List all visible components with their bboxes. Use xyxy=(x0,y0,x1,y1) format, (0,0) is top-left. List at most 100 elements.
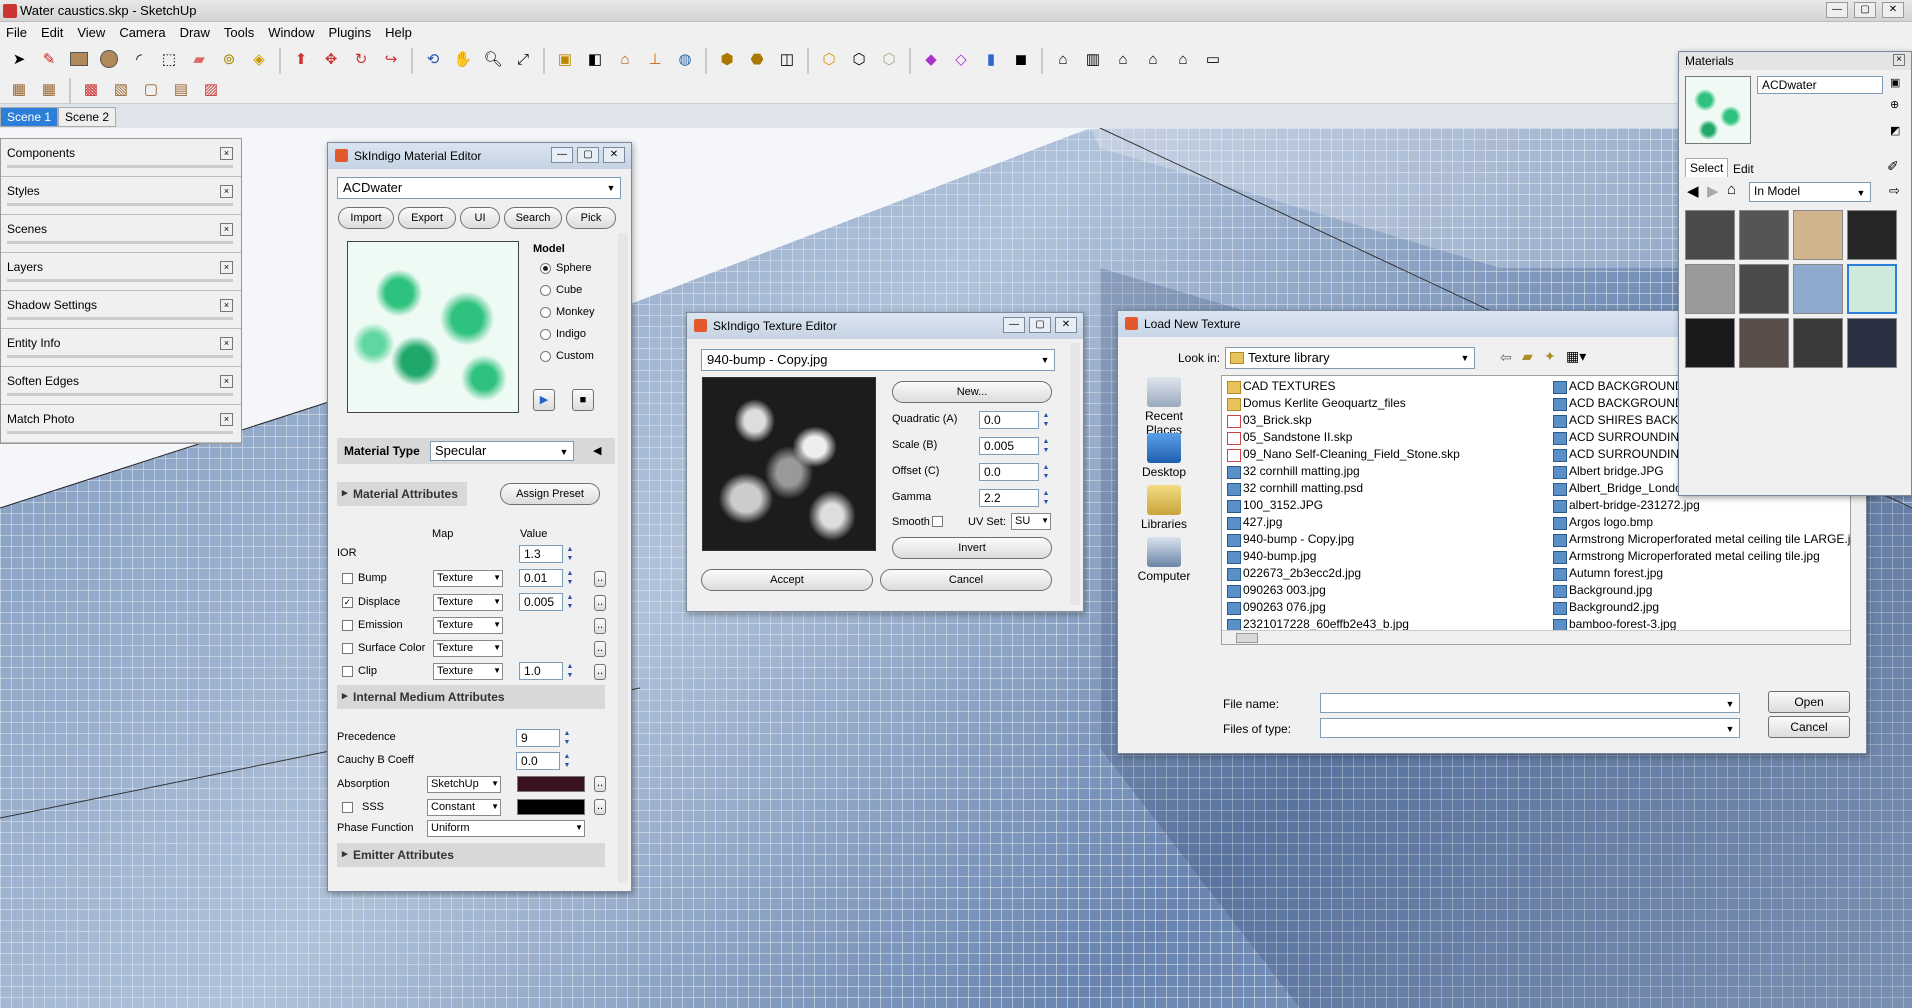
orbit-tool-icon[interactable]: ⟲ xyxy=(420,46,446,72)
file-type-select[interactable]: ▼ xyxy=(1320,718,1740,738)
move-tool-icon[interactable]: ✥ xyxy=(318,46,344,72)
file-list-item[interactable]: Autumn forest.jpg xyxy=(1552,565,1850,582)
radio-cube[interactable] xyxy=(540,285,551,296)
emission-browse-button[interactable]: .. xyxy=(594,618,606,634)
precedence-spinner[interactable]: ▲ ▼ xyxy=(561,729,573,747)
file-list-item[interactable]: Background.jpg xyxy=(1552,582,1850,599)
edit-tab[interactable]: Edit xyxy=(1729,160,1758,178)
iso-view-icon[interactable]: ⌂ xyxy=(1050,46,1076,72)
file-list-item[interactable]: albert-bridge-231272.jpg xyxy=(1552,497,1850,514)
material-attributes-header[interactable]: Material Attributes xyxy=(337,482,467,506)
menu-window[interactable]: Window xyxy=(268,25,314,40)
smooth-checkbox[interactable] xyxy=(932,516,943,527)
cauchy-spinner[interactable]: ▲ ▼ xyxy=(561,752,573,770)
wireframe-view-icon[interactable]: ⬡ xyxy=(846,46,872,72)
default-material-icon[interactable]: ◩ xyxy=(1890,124,1900,137)
radio-indigo[interactable] xyxy=(540,329,551,340)
maximize-button[interactable]: ▢ xyxy=(1854,2,1876,18)
stamp-icon[interactable]: ▧ xyxy=(108,76,134,102)
ui-button[interactable]: UI xyxy=(460,207,500,229)
tray-panel-components[interactable]: Components × xyxy=(1,139,241,177)
material-tile[interactable] xyxy=(1793,264,1843,314)
dialog-titlebar[interactable]: SkIndigo Material Editor — ▢ ✕ xyxy=(328,143,631,169)
sandbox-from-contours-icon[interactable]: ▦ xyxy=(6,76,32,102)
close-icon[interactable]: × xyxy=(220,185,233,198)
close-icon[interactable]: × xyxy=(220,413,233,426)
minimize-button[interactable]: — xyxy=(551,147,573,163)
internal-medium-header[interactable]: Internal Medium Attributes xyxy=(337,685,605,709)
surface-color-map-select[interactable]: Texture ▼ xyxy=(433,640,503,657)
home-icon[interactable]: ⌂ xyxy=(1727,181,1736,198)
indigo-settings-icon[interactable]: ▮ xyxy=(978,46,1004,72)
file-list-item[interactable]: CAD TEXTURES xyxy=(1226,378,1460,395)
material-tile[interactable] xyxy=(1685,318,1735,368)
cauchy-input[interactable]: 0.0 xyxy=(516,752,560,770)
smoove-icon[interactable]: ▩ xyxy=(78,76,104,102)
file-list-item[interactable]: 940-bump - Copy.jpg xyxy=(1226,531,1460,548)
collapse-arrow-icon[interactable]: ◀ xyxy=(593,444,601,457)
sample-paint-icon[interactable]: ✐ xyxy=(1887,158,1899,175)
bump-map-select[interactable]: Texture ▼ xyxy=(433,570,503,587)
eraser-tool-icon[interactable]: ▰ xyxy=(186,46,212,72)
tray-panel-entity-info[interactable]: Entity Info × xyxy=(1,329,241,367)
follow-me-icon[interactable]: ↪ xyxy=(378,46,404,72)
absorption-select[interactable]: SketchUp ▼ xyxy=(427,776,501,793)
gamma-spinner[interactable]: ▲ ▼ xyxy=(1040,489,1052,507)
file-name-input[interactable]: ▼ xyxy=(1320,693,1740,713)
close-icon[interactable]: × xyxy=(220,375,233,388)
dialog-titlebar[interactable]: SkIndigo Texture Editor — ▢ ✕ xyxy=(687,313,1083,339)
clip-value-input[interactable]: 1.0 xyxy=(519,662,563,680)
displace-browse-button[interactable]: .. xyxy=(594,595,606,611)
circle-tool-icon[interactable] xyxy=(96,46,122,72)
indigo-render-icon[interactable]: ◆ xyxy=(918,46,944,72)
assign-preset-button[interactable]: Assign Preset xyxy=(500,483,600,505)
back-view-icon[interactable]: ⌂ xyxy=(1170,46,1196,72)
create-material-icon[interactable]: ⊕ xyxy=(1890,98,1899,111)
tray-panel-scenes[interactable]: Scenes × xyxy=(1,215,241,253)
bump-value-input[interactable]: 0.01 xyxy=(519,569,563,587)
file-list-item[interactable]: 09_Nano Self-Cleaning_Field_Stone.skp xyxy=(1226,446,1460,463)
clip-checkbox[interactable] xyxy=(342,666,353,677)
radio-custom[interactable] xyxy=(540,351,551,362)
look-in-select[interactable]: Texture library ▼ xyxy=(1225,347,1475,369)
close-icon[interactable]: × xyxy=(220,223,233,236)
menu-plugins[interactable]: Plugins xyxy=(329,25,372,40)
pencil-tool-icon[interactable]: ✎ xyxy=(36,46,62,72)
stop-icon[interactable]: ■ xyxy=(572,389,594,411)
file-list-item[interactable]: 32 cornhill matting.jpg xyxy=(1226,463,1460,480)
section-plane-icon[interactable]: ◧ xyxy=(582,46,608,72)
ior-spinner[interactable]: ▲ ▼ xyxy=(564,545,576,563)
file-list-item[interactable]: 32 cornhill matting.psd xyxy=(1226,480,1460,497)
material-select[interactable]: ACDwater ▼ xyxy=(337,177,621,199)
displace-map-select[interactable]: Texture ▼ xyxy=(433,594,503,611)
file-list-item[interactable]: Armstrong Microperforated metal ceiling … xyxy=(1552,531,1850,548)
material-tile[interactable] xyxy=(1739,318,1789,368)
file-list-item[interactable]: 03_Brick.skp xyxy=(1226,412,1460,429)
pick-button[interactable]: Pick xyxy=(566,207,616,229)
material-tile[interactable] xyxy=(1739,264,1789,314)
sandbox-from-scratch-icon[interactable]: ▦ xyxy=(36,76,62,102)
emission-checkbox[interactable] xyxy=(342,620,353,631)
displace-checkbox[interactable]: ✓ xyxy=(342,597,353,608)
axes-tool-icon[interactable]: ⊥ xyxy=(642,46,668,72)
file-list-item[interactable]: 090263 076.jpg xyxy=(1226,599,1460,616)
radio-monkey[interactable] xyxy=(540,307,551,318)
rotate-tool-icon[interactable]: ↻ xyxy=(348,46,374,72)
material-tile[interactable] xyxy=(1739,210,1789,260)
maximize-button[interactable]: ▢ xyxy=(577,147,599,163)
flip-edge-icon[interactable]: ▨ xyxy=(198,76,224,102)
menu-file[interactable]: File xyxy=(6,25,27,40)
extension-icon[interactable]: ◫ xyxy=(774,46,800,72)
sss-browse-button[interactable]: .. xyxy=(594,799,606,815)
play-icon[interactable]: ▶ xyxy=(533,389,555,411)
close-button[interactable]: ✕ xyxy=(603,147,625,163)
forward-arrow-icon[interactable]: ▶ xyxy=(1707,182,1719,200)
back-arrow-icon[interactable]: ◀ xyxy=(1687,182,1699,200)
clip-map-select[interactable]: Texture ▼ xyxy=(433,663,503,680)
export-button[interactable]: Export xyxy=(398,207,456,229)
emitter-attributes-header[interactable]: Emitter Attributes xyxy=(337,843,605,867)
close-icon[interactable]: × xyxy=(220,147,233,160)
sss-color-swatch[interactable] xyxy=(517,799,585,815)
indigo-export-icon[interactable]: ◇ xyxy=(948,46,974,72)
material-tile[interactable] xyxy=(1847,264,1897,314)
